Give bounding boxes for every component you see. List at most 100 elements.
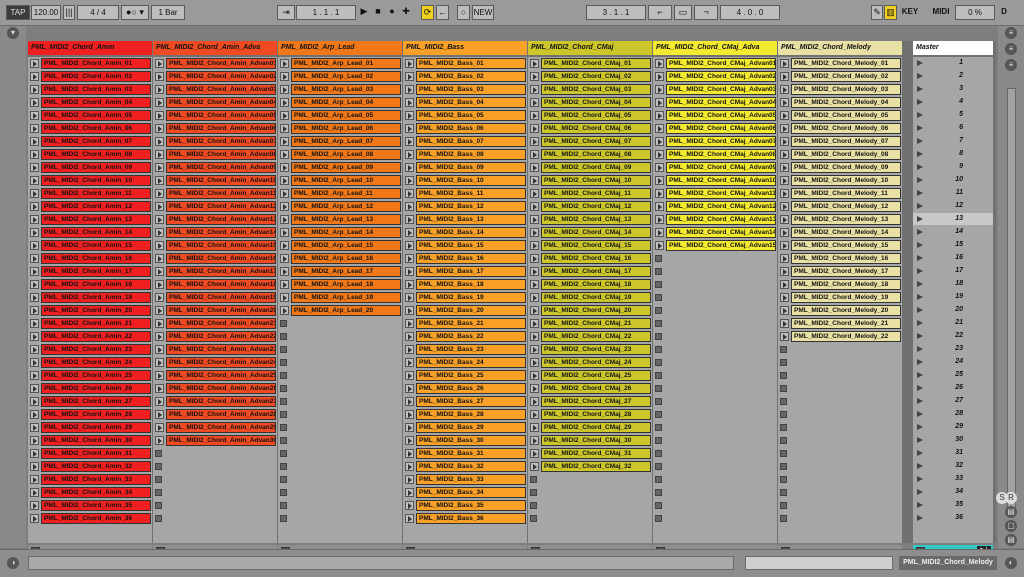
draw-mode-icon[interactable]: ✎ bbox=[871, 5, 883, 20]
clip-launch-icon[interactable] bbox=[30, 254, 39, 263]
clip-launch-icon[interactable] bbox=[655, 137, 664, 146]
clip[interactable]: PML_MIDI2_Arp_Lead_06 bbox=[291, 123, 401, 134]
clip-launch-icon[interactable] bbox=[405, 228, 414, 237]
clip-slot[interactable] bbox=[778, 382, 902, 394]
clip-slot[interactable]: PML_MIDI2_Chord_Melody_16 bbox=[778, 252, 902, 264]
clip-slot[interactable]: PML_MIDI2_Chord_CMaj_11 bbox=[528, 187, 652, 199]
clip[interactable]: PML_MIDI2_Chord_CMaj_Advan08 bbox=[666, 149, 776, 160]
clip-slot[interactable]: PML_MIDI2_Chord_Amin_Advan26 bbox=[153, 382, 277, 394]
clip-slot[interactable] bbox=[653, 278, 777, 290]
clip-launch-icon[interactable] bbox=[280, 254, 289, 263]
scene-row[interactable]: 25 bbox=[913, 369, 993, 381]
clip-slot[interactable] bbox=[278, 486, 402, 498]
clip[interactable]: PML_MIDI2_Chord_Amin_Advan25 bbox=[166, 370, 276, 381]
session-view-icon[interactable]: ≡ bbox=[1005, 27, 1017, 39]
clip-slot[interactable]: PML_MIDI2_Chord_Amin_31 bbox=[28, 447, 152, 459]
clip-slot[interactable] bbox=[653, 395, 777, 407]
empty-slot-stop-icon[interactable] bbox=[655, 294, 662, 301]
clip-launch-icon[interactable] bbox=[655, 189, 664, 198]
empty-slot-stop-icon[interactable] bbox=[155, 489, 162, 496]
empty-slot-stop-icon[interactable] bbox=[655, 385, 662, 392]
clip-slot[interactable] bbox=[153, 473, 277, 485]
clip[interactable]: PML_MIDI2_Bass_06 bbox=[416, 123, 526, 134]
add-icon[interactable]: ✚ bbox=[400, 5, 412, 20]
clip-slot[interactable]: PML_MIDI2_Arp_Lead_03 bbox=[278, 83, 402, 95]
clip-slot[interactable]: PML_MIDI2_Bass_31 bbox=[403, 447, 527, 459]
clip-launch-icon[interactable] bbox=[30, 475, 39, 484]
clip-launch-icon[interactable] bbox=[780, 254, 789, 263]
clip-slot[interactable] bbox=[278, 395, 402, 407]
clip-slot[interactable] bbox=[778, 460, 902, 472]
clip-slot[interactable] bbox=[653, 382, 777, 394]
clip-launch-icon[interactable] bbox=[530, 319, 539, 328]
midi-map-button[interactable]: MIDI bbox=[930, 5, 952, 20]
clip-slot[interactable]: PML_MIDI2_Chord_Amin_21 bbox=[28, 317, 152, 329]
clip-launch-icon[interactable] bbox=[405, 150, 414, 159]
clip-launch-icon[interactable] bbox=[30, 98, 39, 107]
clip-slot[interactable]: PML_MIDI2_Chord_CMaj_Advan02 bbox=[653, 70, 777, 82]
clip-launch-icon[interactable] bbox=[155, 163, 164, 172]
clip-slot[interactable]: PML_MIDI2_Chord_CMaj_20 bbox=[528, 304, 652, 316]
clip-slot[interactable]: PML_MIDI2_Chord_CMaj_Advan13 bbox=[653, 213, 777, 225]
clip-slot[interactable]: PML_MIDI2_Chord_Amin_Advan18 bbox=[153, 278, 277, 290]
clip-launch-icon[interactable] bbox=[405, 280, 414, 289]
empty-slot-stop-icon[interactable] bbox=[280, 476, 287, 483]
clip-slot[interactable] bbox=[653, 408, 777, 420]
scene-launch-icon[interactable] bbox=[917, 450, 923, 456]
clip-launch-icon[interactable] bbox=[780, 293, 789, 302]
scene-row[interactable]: 9 bbox=[913, 161, 993, 173]
clip-slot[interactable] bbox=[278, 447, 402, 459]
clip-slot[interactable]: PML_MIDI2_Chord_Amin_Advan04 bbox=[153, 96, 277, 108]
clip-launch-icon[interactable] bbox=[30, 163, 39, 172]
empty-slot-stop-icon[interactable] bbox=[280, 437, 287, 444]
clip-slot[interactable]: PML_MIDI2_Chord_Melody_22 bbox=[778, 330, 902, 342]
clip-slot[interactable]: PML_MIDI2_Chord_Melody_12 bbox=[778, 200, 902, 212]
new-button[interactable]: NEW bbox=[472, 5, 494, 20]
clip-launch-icon[interactable] bbox=[780, 267, 789, 276]
clip-slot[interactable]: PML_MIDI2_Chord_Amin_Advan07 bbox=[153, 135, 277, 147]
clip-launch-icon[interactable] bbox=[30, 436, 39, 445]
clip[interactable]: PML_MIDI2_Chord_Melody_06 bbox=[791, 123, 901, 134]
scene-row[interactable]: 2 bbox=[913, 70, 993, 82]
clip-slot[interactable]: PML_MIDI2_Chord_CMaj_03 bbox=[528, 83, 652, 95]
clip[interactable]: PML_MIDI2_Chord_Melody_07 bbox=[791, 136, 901, 147]
scene-launch-icon[interactable] bbox=[917, 177, 923, 183]
clip-launch-icon[interactable] bbox=[155, 241, 164, 250]
clip-launch-icon[interactable] bbox=[530, 85, 539, 94]
clip[interactable]: PML_MIDI2_Chord_Amin_08 bbox=[41, 149, 151, 160]
clip-launch-icon[interactable] bbox=[155, 150, 164, 159]
clip-slot[interactable]: PML_MIDI2_Bass_34 bbox=[403, 486, 527, 498]
clip-launch-icon[interactable] bbox=[530, 215, 539, 224]
clip-launch-icon[interactable] bbox=[30, 241, 39, 250]
clip-slot[interactable]: PML_MIDI2_Arp_Lead_12 bbox=[278, 200, 402, 212]
scene-row[interactable]: 33 bbox=[913, 473, 993, 485]
clip[interactable]: PML_MIDI2_Chord_Melody_18 bbox=[791, 279, 901, 290]
scene-row[interactable]: 34 bbox=[913, 486, 993, 498]
clip-slot[interactable]: PML_MIDI2_Chord_CMaj_Advan04 bbox=[653, 96, 777, 108]
clip-launch-icon[interactable] bbox=[30, 85, 39, 94]
scene-launch-icon[interactable] bbox=[917, 294, 923, 300]
clip-slot[interactable] bbox=[278, 460, 402, 472]
clip[interactable]: PML_MIDI2_Chord_Amin_Advan13 bbox=[166, 214, 276, 225]
clip-slot[interactable]: PML_MIDI2_Chord_Amin_12 bbox=[28, 200, 152, 212]
clip[interactable]: PML_MIDI2_Chord_Amin_09 bbox=[41, 162, 151, 173]
clip-launch-icon[interactable] bbox=[530, 189, 539, 198]
clip-launch-icon[interactable] bbox=[405, 98, 414, 107]
clip[interactable]: PML_MIDI2_Chord_CMaj_Advan10 bbox=[666, 175, 776, 186]
clip-slot[interactable]: PML_MIDI2_Bass_23 bbox=[403, 343, 527, 355]
clip-slot[interactable] bbox=[653, 473, 777, 485]
clip-launch-icon[interactable] bbox=[30, 215, 39, 224]
clip-launch-icon[interactable] bbox=[280, 72, 289, 81]
clip-launch-icon[interactable] bbox=[530, 436, 539, 445]
clip-launch-icon[interactable] bbox=[530, 345, 539, 354]
clip-slot[interactable] bbox=[278, 421, 402, 433]
clip-launch-icon[interactable] bbox=[155, 124, 164, 133]
clip-slot[interactable]: PML_MIDI2_Chord_CMaj_02 bbox=[528, 70, 652, 82]
clip[interactable]: PML_MIDI2_Chord_Amin_36 bbox=[41, 513, 151, 524]
clip[interactable]: PML_MIDI2_Chord_Amin_Advan05 bbox=[166, 110, 276, 121]
clip[interactable]: PML_MIDI2_Chord_Amin_02 bbox=[41, 71, 151, 82]
clip-launch-icon[interactable] bbox=[405, 306, 414, 315]
clip-launch-icon[interactable] bbox=[530, 462, 539, 471]
mixer-section-icon[interactable]: ▤ bbox=[1005, 506, 1017, 518]
empty-slot-stop-icon[interactable] bbox=[280, 515, 287, 522]
